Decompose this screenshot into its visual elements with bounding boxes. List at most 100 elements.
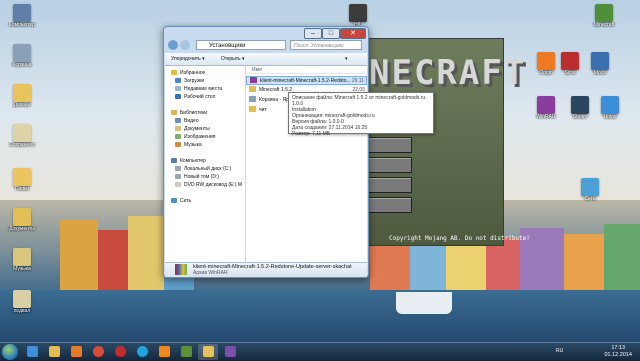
taskbar-app[interactable] [220,344,240,360]
nav-recent[interactable]: Недавние места [175,86,222,93]
taskbar: RU 17:13 01.12.2014 [0,342,640,361]
nav-localdisk[interactable]: Локальный диск (C:) [175,166,231,173]
skype-icon [136,346,148,357]
file-row[interactable]: klient-minecraft-Minecraft-1.5.2-Redsto.… [246,76,367,85]
view-options-button[interactable]: ▾ [345,53,348,65]
desktop-app-icon [349,4,367,22]
desktop-icon[interactable]: Дизайн [2,84,42,108]
folder-icon [249,96,256,102]
wallpaper-boat [396,292,452,314]
images-icon [175,134,181,139]
disk-icon [175,174,181,179]
desktop-app-icon [537,96,555,114]
recent-icon [175,86,181,91]
desktop-icon[interactable]: Mods [580,52,620,76]
address-bar: Установщики Поиск: Установщики [168,40,364,51]
nav-libraries[interactable]: Библиотеки [171,110,207,117]
nav-music[interactable]: Музыка [175,142,202,149]
minecraft-icon [180,346,192,357]
desktop-icon-label: Mods [593,70,607,76]
taskbar-explorer-active[interactable] [198,344,218,360]
nav-newvolume[interactable]: Новый том (D:) [175,174,219,181]
toolbar: Упорядочить ▾ Открыть ▾ ▾ [165,53,367,66]
system-tray: RU 17:13 01.12.2014 [550,343,640,361]
desktop-icon[interactable]: Компьютер [2,4,42,28]
taskbar-skype[interactable] [132,344,152,360]
desktop-app-icon [13,84,31,102]
navigation-pane: Избранное Загрузки Недавние места Рабочи… [165,66,245,262]
desktop-icon[interactable]: подвал [2,290,42,314]
details-pane: klient-minecraft-Minecraft-1.5.2-Redston… [165,262,367,277]
clock-time: 17:13 [611,345,626,351]
nav-desktop[interactable]: Рабочий стол [175,94,215,101]
desktop-icon[interactable]: Minecraft [584,4,624,28]
disk-icon [175,166,181,171]
file-date: 29.11 [351,78,364,84]
menu-button-4[interactable] [366,197,412,213]
tooltip-line: Размер: 7,11 МБ [292,131,331,137]
menu-button-2[interactable] [366,157,412,173]
computer-icon [171,158,177,163]
desktop-app-icon [13,208,31,226]
archive-icon [250,77,257,83]
taskbar-explorer[interactable] [44,344,64,360]
desktop-icon[interactable]: Корзина [2,44,42,68]
forward-icon[interactable] [180,40,190,50]
desktop-app-icon [571,96,589,114]
language-indicator[interactable]: RU [556,348,563,354]
desktop-app-icon [13,248,31,266]
taskbar-media[interactable] [66,344,86,360]
tooltip-line: Описание файла: Minecraft 1.5.2 от minec… [292,95,426,107]
minecraft-logo: NECRAFT [369,53,527,93]
opera-icon [114,346,126,357]
taskbar-chrome[interactable] [88,344,108,360]
nav-favorites[interactable]: Избранное [171,70,205,77]
open-button[interactable]: Открыть ▾ [221,53,245,65]
desktop-icon[interactable]: Uplay [590,96,630,120]
copyright-text: Copyright Mojang AB. Do not distribute! [389,235,530,242]
desktop-icon[interactable]: Папки [2,168,42,192]
folder-icon [48,346,60,357]
file-name: чит [259,107,267,113]
nav-images[interactable]: Изображения [175,134,215,141]
nav-dvd[interactable]: DVD RW дисковод (E:) M [175,182,242,189]
ie-icon [26,346,38,357]
music-icon [175,142,181,147]
nav-downloads[interactable]: Загрузки [175,78,204,85]
menu-button-1[interactable] [366,137,412,153]
close-button[interactable]: ✕ [340,28,366,39]
nav-network[interactable]: Сеть [171,198,191,205]
taskbar-opera[interactable] [110,344,130,360]
desktop-icon-label: Сохранено [9,142,35,148]
nav-computer[interactable]: Компьютер [171,158,206,165]
taskbar-minecraft[interactable] [176,344,196,360]
desktop-icon[interactable]: Сеть [570,178,610,202]
column-header-name[interactable]: Имя [246,66,367,74]
address-input[interactable]: Установщики [196,40,286,50]
clock-date: 01.12.2014 [604,352,632,358]
desktop-app-icon [601,96,619,114]
maximize-button[interactable]: □ [322,28,340,39]
back-icon[interactable] [168,40,178,50]
desktop-icon[interactable]: Музыка [2,248,42,272]
taskbar-vlc[interactable] [154,344,174,360]
video-icon [175,118,181,123]
title-bar[interactable]: – □ ✕ [164,27,368,39]
nav-documents[interactable]: Документы [175,126,210,133]
clock[interactable]: 17:13 01.12.2014 [604,345,632,359]
documents-icon [175,126,181,131]
search-input[interactable]: Поиск: Установщики [290,40,362,50]
start-button[interactable] [2,344,18,360]
minimize-button[interactable]: – [304,28,322,39]
organize-button[interactable]: Упорядочить ▾ [171,53,205,65]
download-icon [175,78,181,83]
taskbar-ie[interactable] [22,344,42,360]
desktop-icon[interactable]: HIL [338,4,378,28]
desktop-icon-label: Minecraft [593,22,615,28]
menu-button-3[interactable] [366,177,412,193]
desktop-icon[interactable]: Сохранено [2,124,42,148]
desktop-icon[interactable]: Документы [2,208,42,232]
nav-video[interactable]: Видео [175,118,199,125]
desktop-icon-label: Музыка [13,266,31,272]
explorer-window[interactable]: – □ ✕ Установщики Поиск: Установщики Упо… [163,26,369,278]
